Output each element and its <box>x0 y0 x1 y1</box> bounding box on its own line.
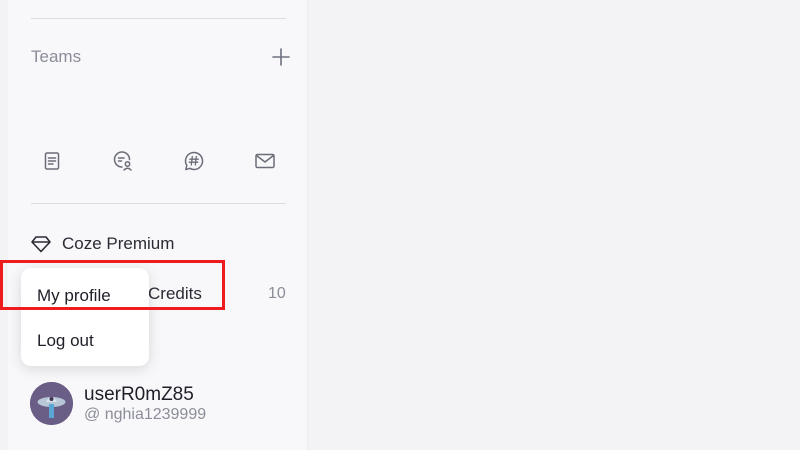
user-handle: @ nghia1239999 <box>84 406 207 423</box>
credits-count: 10 <box>268 285 286 302</box>
my-profile-menu-item[interactable]: My profile <box>37 286 111 306</box>
hashtag-chat-icon <box>184 151 204 171</box>
community-button[interactable] <box>109 147 137 175</box>
user-dropdown-menu: My profile Log out <box>21 268 149 366</box>
credits-label[interactable]: Credits <box>148 284 202 304</box>
contact-button[interactable] <box>251 147 279 175</box>
diamond-icon <box>31 236 51 253</box>
chat-user-icon <box>113 151 132 171</box>
middle-divider <box>31 203 286 204</box>
avatar[interactable] <box>30 382 73 425</box>
add-team-button[interactable] <box>271 47 291 67</box>
teams-label: Teams <box>31 47 82 66</box>
mail-icon <box>255 153 275 169</box>
docs-button[interactable] <box>38 147 66 175</box>
log-out-menu-item[interactable]: Log out <box>37 331 94 351</box>
top-divider <box>31 18 286 19</box>
sidebar: Teams Coze Premium Credits 10 userR0mZ85… <box>8 0 308 450</box>
premium-link[interactable]: Coze Premium <box>30 234 174 254</box>
document-icon <box>44 152 60 170</box>
username: userR0mZ85 <box>84 384 194 405</box>
plus-icon <box>272 48 290 66</box>
avatar-image <box>30 382 73 425</box>
premium-label: Coze Premium <box>62 234 175 253</box>
discord-button[interactable] <box>180 147 208 175</box>
